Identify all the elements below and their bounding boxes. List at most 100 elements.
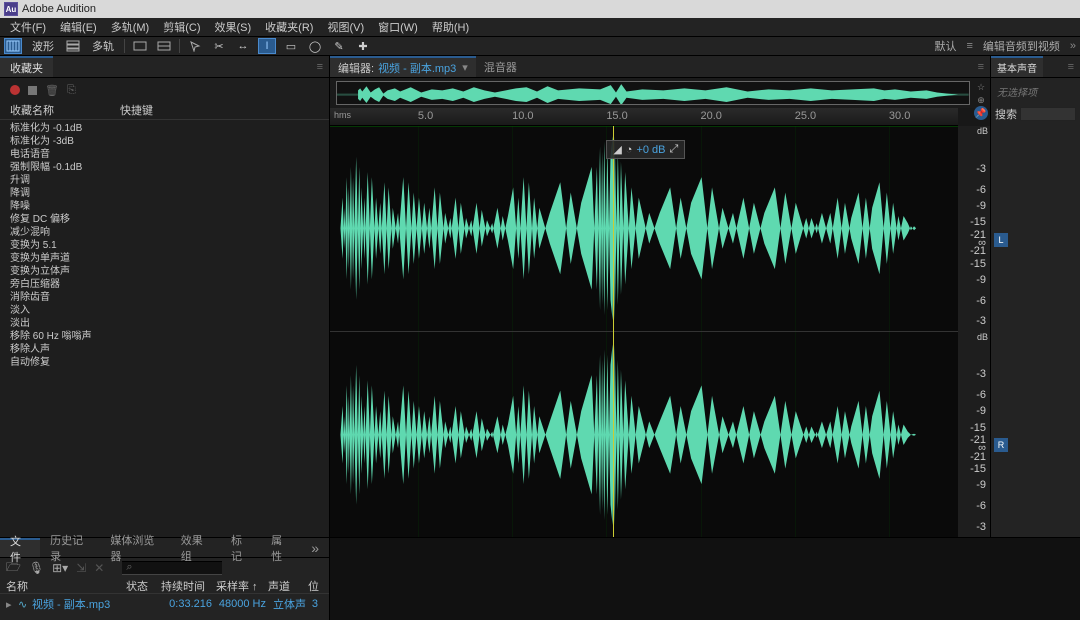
essential-sound-menu-icon[interactable]: ≡ [1062, 61, 1080, 73]
menu-bar: 文件(F) 编辑(E) 多轨(M) 剪辑(C) 效果(S) 收藏夹(R) 视图(… [0, 18, 1080, 36]
favorites-list[interactable]: 标准化为 -0.1dB 标准化为 -3dB 电话语音 强制限幅 -0.1dB 升… [0, 120, 329, 537]
menu-view[interactable]: 视图(V) [321, 19, 370, 35]
channel-right[interactable] [330, 332, 958, 538]
record-file-icon[interactable]: 🎙 [29, 561, 44, 575]
overview-zoom-icon[interactable]: ⊕ [974, 95, 988, 106]
files-header-channels[interactable]: 声道 [268, 578, 308, 593]
files-header-status[interactable]: 状态 [126, 578, 161, 593]
fav-item[interactable]: 消除齿音 [0, 289, 329, 302]
menu-file[interactable]: 文件(F) [4, 19, 52, 35]
tab-overflow-icon[interactable]: » [301, 538, 329, 557]
app-logo-icon: Au [4, 2, 18, 16]
channel-right-badge[interactable]: R [994, 438, 1008, 452]
fav-item[interactable]: 升调 [0, 172, 329, 185]
favorites-panel-header: 收藏夹 ≡ [0, 56, 329, 78]
hud-db-value[interactable]: +0 dB [636, 144, 665, 156]
fav-item[interactable]: 降调 [0, 185, 329, 198]
workspace-current[interactable]: 编辑音频到视频 [983, 38, 1060, 54]
files-header-bit[interactable]: 位 [308, 578, 323, 593]
waveform-display[interactable]: ◢ ◔ +0 dB ⤢ dB -3 [330, 126, 990, 537]
editor-tab-dropdown-icon[interactable]: ▾ [462, 61, 468, 74]
favorites-toolbar: 🗑 ⎘ [0, 78, 329, 102]
channel-left-badge[interactable]: L [994, 233, 1008, 247]
spectral-freq-button[interactable] [131, 38, 149, 54]
amplitude-hud[interactable]: ◢ ◔ +0 dB ⤢ [606, 140, 685, 159]
menu-window[interactable]: 窗口(W) [372, 19, 424, 35]
favorites-header-name[interactable]: 收藏名称 [10, 102, 120, 119]
workspace-default[interactable]: 默认 [934, 38, 956, 54]
files-tab-strip: 文件 历史记录 媒体浏览器 效果组 标记 属性 » [0, 538, 329, 558]
tool-lasso[interactable]: ◯ [306, 38, 324, 54]
db-mark: -3 [976, 368, 986, 380]
ruler-tick: 15.0 [606, 110, 627, 122]
new-file-icon[interactable]: ⊞▾ [52, 561, 68, 575]
open-file-icon[interactable]: 🗁 [6, 558, 21, 579]
tab-properties[interactable]: 属性 [261, 538, 301, 557]
menu-edit[interactable]: 编辑(E) [54, 19, 103, 35]
files-header-duration[interactable]: 持续时间 [161, 578, 216, 593]
hud-pin-icon[interactable]: ⤢ [670, 143, 679, 156]
db-scale[interactable]: dB -3 -6 -9 -15 -21 ∞ -21 -15 -9 -6 -3 L… [958, 126, 990, 537]
tool-heal[interactable]: ✚ [354, 38, 372, 54]
favorites-tab[interactable]: 收藏夹 [0, 56, 53, 77]
time-ruler[interactable]: hms 5.0 10.0 15.0 20.0 25.0 30.0 📌 [330, 108, 958, 126]
editor-panel-menu-icon[interactable]: ≡ [972, 61, 990, 73]
tab-media-browser[interactable]: 媒体浏览器 [100, 538, 170, 557]
tool-slip[interactable]: ↔ [234, 38, 252, 54]
files-search-input[interactable] [122, 561, 222, 575]
spectral-pitch-button[interactable] [155, 38, 173, 54]
file-expand-icon[interactable]: ▸ [6, 598, 18, 611]
editor-tab[interactable]: 编辑器: 视频 - 副本.mp3 ▾ [330, 56, 476, 77]
db-mark: -9 [976, 274, 986, 286]
multitrack-mode-button[interactable] [64, 38, 82, 54]
overview-navigator[interactable]: ☆ ⊕ [330, 78, 990, 108]
tab-history[interactable]: 历史记录 [40, 538, 100, 557]
files-toolbar: 🗁 🎙 ⊞▾ ⇲ ✕ [0, 558, 329, 578]
files-list[interactable]: ▸ ∿ 视频 - 副本.mp3 0:33.216 48000 Hz 立体声 3 [0, 594, 329, 620]
db-mark: -6 [976, 184, 986, 196]
menu-help[interactable]: 帮助(H) [426, 19, 475, 35]
pin-icon[interactable]: 📌 [974, 106, 988, 120]
menu-favorites[interactable]: 收藏夹(R) [259, 19, 319, 35]
files-header-name[interactable]: 名称 [6, 578, 126, 593]
db-mark: -15 [970, 258, 986, 270]
favorites-panel-menu-icon[interactable]: ≡ [311, 61, 329, 73]
menu-effects[interactable]: 效果(S) [209, 19, 258, 35]
mixer-tab[interactable]: 混音器 [476, 56, 525, 77]
essential-sound-tab[interactable]: 基本声音 [991, 56, 1043, 77]
tab-markers[interactable]: 标记 [221, 538, 261, 557]
multitrack-mode-label: 多轨 [88, 38, 118, 54]
file-row[interactable]: ▸ ∿ 视频 - 副本.mp3 0:33.216 48000 Hz 立体声 3 [0, 594, 329, 614]
essential-sound-panel: 基本声音 ≡ 无选择项 搜索 [990, 56, 1080, 537]
favorites-header-shortcut[interactable]: 快捷键 [120, 102, 153, 119]
waveform-right [330, 332, 958, 538]
favorites-record-button[interactable] [10, 85, 20, 95]
workspace-overflow-icon[interactable]: » [1070, 40, 1076, 52]
close-icon[interactable]: ✕ [94, 561, 104, 575]
tool-brush[interactable]: ✎ [330, 38, 348, 54]
bottom-right-empty [330, 538, 1080, 620]
fav-item[interactable]: 强制限幅 -0.1dB [0, 159, 329, 172]
tool-marquee[interactable]: ▭ [282, 38, 300, 54]
menu-clip[interactable]: 剪辑(C) [157, 19, 206, 35]
files-header-sample[interactable]: 采样率 ↑ [216, 578, 268, 593]
tab-files[interactable]: 文件 [0, 538, 40, 557]
insert-icon[interactable]: ⇲ [76, 561, 86, 575]
fav-item[interactable]: 自动修复 [0, 354, 329, 367]
essential-sound-search-input[interactable] [1020, 107, 1076, 121]
menu-multitrack[interactable]: 多轨(M) [105, 19, 156, 35]
favorites-stop-button[interactable] [28, 86, 37, 95]
workspace-menu-icon[interactable]: ≡ [966, 40, 972, 52]
favorites-props-icon[interactable]: ⎘ [67, 84, 76, 97]
fav-item[interactable]: 淡入 [0, 302, 329, 315]
tool-razor[interactable]: ✂ [210, 38, 228, 54]
ruler-tick: 20.0 [701, 110, 722, 122]
tab-effects-rack[interactable]: 效果组 [171, 538, 221, 557]
tool-time-select[interactable]: I [258, 38, 276, 54]
favorites-headers: 收藏名称 快捷键 [0, 102, 329, 120]
overview-star-icon[interactable]: ☆ [974, 82, 988, 93]
playhead[interactable] [613, 126, 614, 537]
favorites-delete-icon[interactable]: 🗑 [45, 84, 59, 97]
tool-move[interactable] [186, 38, 204, 54]
waveform-mode-button[interactable] [4, 38, 22, 54]
